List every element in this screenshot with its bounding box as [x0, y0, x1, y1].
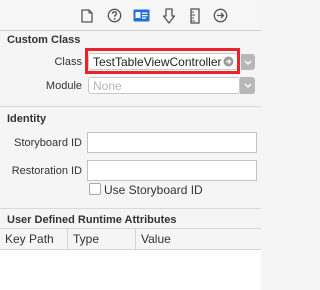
inspector-toolbar [0, 0, 261, 31]
size-icon[interactable] [187, 7, 203, 24]
class-highlight-box [85, 48, 240, 74]
runtime-attributes-table-body[interactable] [0, 250, 261, 290]
connections-icon[interactable] [212, 7, 228, 24]
module-placeholder: None [93, 78, 122, 93]
storyboard-id-field[interactable] [87, 132, 257, 153]
custom-class-section-title: Custom Class [7, 34, 81, 46]
help-icon[interactable] [106, 7, 122, 24]
class-label: Class [54, 56, 82, 68]
column-header-value[interactable]: Value [136, 228, 261, 249]
use-storyboard-id-label: Use Storyboard ID [104, 183, 203, 197]
storyboard-id-label: Storyboard ID [14, 137, 82, 149]
runtime-attributes-section-title: User Defined Runtime Attributes [7, 214, 177, 226]
chevron-down-icon [244, 83, 251, 88]
use-storyboard-id-checkbox[interactable] [89, 183, 101, 195]
column-header-key-path[interactable]: Key Path [0, 228, 68, 249]
class-dropdown-button[interactable] [241, 54, 255, 70]
chevron-down-icon [244, 60, 252, 65]
restoration-id-field[interactable] [87, 160, 257, 181]
module-dropdown-button[interactable] [240, 77, 255, 94]
module-label: Module [45, 80, 82, 92]
section-divider [0, 208, 261, 209]
file-icon[interactable] [79, 7, 95, 24]
column-header-type[interactable]: Type [68, 228, 136, 249]
module-combo-box[interactable]: None [88, 77, 240, 94]
section-divider [0, 106, 261, 107]
identity-section-title: Identity [7, 113, 47, 125]
identity-icon[interactable] [133, 7, 150, 24]
restoration-id-label: Restoration ID [11, 165, 82, 177]
attributes-icon[interactable] [161, 7, 177, 24]
